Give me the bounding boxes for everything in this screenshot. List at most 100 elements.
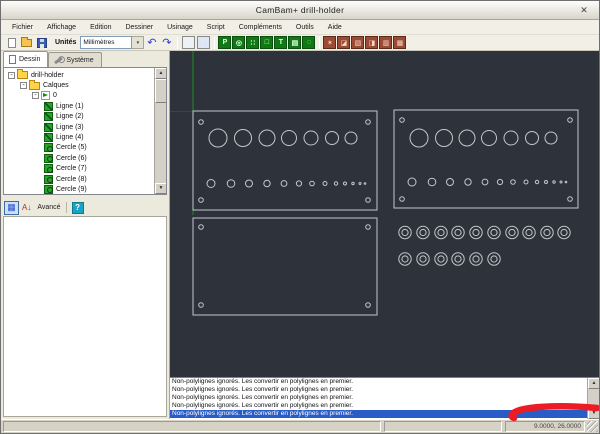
menu-item-usinage[interactable]: Usinage: [160, 22, 200, 33]
menu-item-aide[interactable]: Aide: [321, 22, 349, 33]
plate-outline[interactable]: [193, 218, 377, 315]
drill-hole-large[interactable]: [482, 131, 497, 146]
drill-hole-small[interactable]: [511, 180, 516, 185]
corner-hole[interactable]: [366, 303, 371, 308]
tree-scrollbar[interactable]: ▲ ▼: [154, 68, 166, 194]
washer-inner[interactable]: [526, 229, 532, 235]
drill-hole-large[interactable]: [345, 132, 357, 144]
scroll-down-icon[interactable]: ▼: [588, 408, 599, 419]
advanced-label[interactable]: Avancé: [37, 204, 60, 211]
machining-op-1-icon[interactable]: ✶: [323, 36, 336, 49]
drill-hole-small[interactable]: [344, 182, 347, 185]
washer-outer[interactable]: [541, 226, 553, 238]
corner-hole[interactable]: [366, 120, 371, 125]
washer-inner[interactable]: [455, 229, 461, 235]
washer-outer[interactable]: [558, 226, 570, 238]
washer-outer[interactable]: [470, 226, 482, 238]
washer-inner[interactable]: [491, 256, 497, 262]
machining-op-3-icon[interactable]: ▧: [351, 36, 364, 49]
drill-hole-small[interactable]: [352, 182, 354, 184]
drill-hole-small[interactable]: [428, 178, 436, 186]
drill-hole-small[interactable]: [482, 179, 488, 185]
drill-hole-small[interactable]: [447, 179, 454, 186]
log-line[interactable]: Non-polylignes ignorés. Les convertir en…: [170, 402, 587, 410]
drill-hole-large[interactable]: [410, 129, 428, 147]
text-icon[interactable]: T: [274, 36, 287, 49]
drill-hole-small[interactable]: [334, 182, 337, 185]
close-icon[interactable]: ✕: [578, 4, 590, 16]
tree-item-calques[interactable]: -Calques: [4, 80, 166, 90]
drill-hole-large[interactable]: [235, 130, 252, 147]
arc-icon[interactable]: ◌: [302, 36, 315, 49]
washer-outer[interactable]: [452, 226, 464, 238]
washer-inner[interactable]: [509, 229, 515, 235]
drill-hole-small[interactable]: [465, 179, 471, 185]
washer-outer[interactable]: [470, 253, 482, 265]
drill-hole-large[interactable]: [326, 132, 339, 145]
point-list-icon[interactable]: ∷: [246, 36, 259, 49]
drill-hole-large[interactable]: [209, 129, 227, 147]
drill-hole-small[interactable]: [545, 181, 548, 184]
tree-item-cercle-6-[interactable]: Cercle (6): [4, 153, 166, 163]
scroll-down-icon[interactable]: ▼: [155, 183, 167, 194]
grid-display-button[interactable]: [196, 36, 211, 50]
drill-hole-large[interactable]: [504, 131, 518, 145]
washer-inner[interactable]: [473, 229, 479, 235]
resize-grip[interactable]: [587, 421, 598, 432]
drill-hole-large[interactable]: [304, 131, 318, 145]
plate-outline[interactable]: [394, 110, 578, 208]
washer-inner[interactable]: [438, 256, 444, 262]
drill-hole-small[interactable]: [207, 180, 215, 188]
open-file-button[interactable]: [19, 36, 34, 50]
menu-item-edition[interactable]: Edition: [83, 22, 118, 33]
drill-hole-small[interactable]: [560, 181, 562, 183]
drill-hole-small[interactable]: [359, 183, 361, 185]
washer-inner[interactable]: [561, 229, 567, 235]
drill-hole-large[interactable]: [459, 130, 475, 146]
washer-outer[interactable]: [523, 226, 535, 238]
plate-outline[interactable]: [193, 111, 377, 210]
machining-op-4-icon[interactable]: ◨: [365, 36, 378, 49]
washer-inner[interactable]: [491, 229, 497, 235]
drill-hole-small[interactable]: [281, 181, 287, 187]
menu-item-script[interactable]: Script: [200, 22, 232, 33]
drill-hole-small[interactable]: [535, 180, 538, 183]
tree-item-0[interactable]: -0: [4, 91, 166, 101]
drill-hole-small[interactable]: [310, 181, 315, 186]
drill-hole-small[interactable]: [264, 180, 270, 186]
log-line[interactable]: Non-polylignes ignorés. Les convertir en…: [170, 378, 587, 386]
drill-hole-small[interactable]: [524, 180, 528, 184]
washer-inner[interactable]: [544, 229, 550, 235]
collapse-icon[interactable]: -: [20, 82, 27, 89]
log-line[interactable]: Non-polylignes ignorés. Les convertir en…: [170, 394, 587, 402]
circle-icon[interactable]: ◎: [232, 36, 245, 49]
washer-outer[interactable]: [488, 226, 500, 238]
drill-hole-small[interactable]: [246, 180, 253, 187]
tree-item-ligne-3-[interactable]: Ligne (3): [4, 122, 166, 132]
drill-hole-small[interactable]: [565, 181, 567, 183]
corner-hole[interactable]: [366, 198, 371, 203]
tab-dessin[interactable]: Dessin: [3, 51, 48, 67]
corner-hole[interactable]: [568, 118, 573, 123]
washer-outer[interactable]: [399, 226, 411, 238]
washer-inner[interactable]: [438, 229, 444, 235]
machining-op-2-icon[interactable]: ◪: [337, 36, 350, 49]
scroll-up-icon[interactable]: ▲: [588, 378, 599, 389]
washer-inner[interactable]: [473, 256, 479, 262]
machining-op-5-icon[interactable]: ▥: [379, 36, 392, 49]
drill-hole-small[interactable]: [227, 180, 235, 188]
washer-outer[interactable]: [506, 226, 518, 238]
drill-hole-small[interactable]: [296, 181, 301, 186]
drill-hole-small[interactable]: [497, 179, 502, 184]
collapse-icon[interactable]: -: [32, 92, 39, 99]
washer-outer[interactable]: [435, 253, 447, 265]
undo-button[interactable]: ↶: [144, 36, 159, 50]
corner-hole[interactable]: [199, 225, 204, 230]
tree-item-ligne-1-[interactable]: Ligne (1): [4, 101, 166, 111]
scroll-thumb[interactable]: [155, 79, 167, 103]
tree-item-cercle-5-[interactable]: Cercle (5): [4, 143, 166, 153]
corner-hole[interactable]: [199, 120, 204, 125]
washer-outer[interactable]: [488, 253, 500, 265]
units-combobox[interactable]: Millimètres ▾: [80, 36, 144, 49]
washer-inner[interactable]: [402, 229, 408, 235]
